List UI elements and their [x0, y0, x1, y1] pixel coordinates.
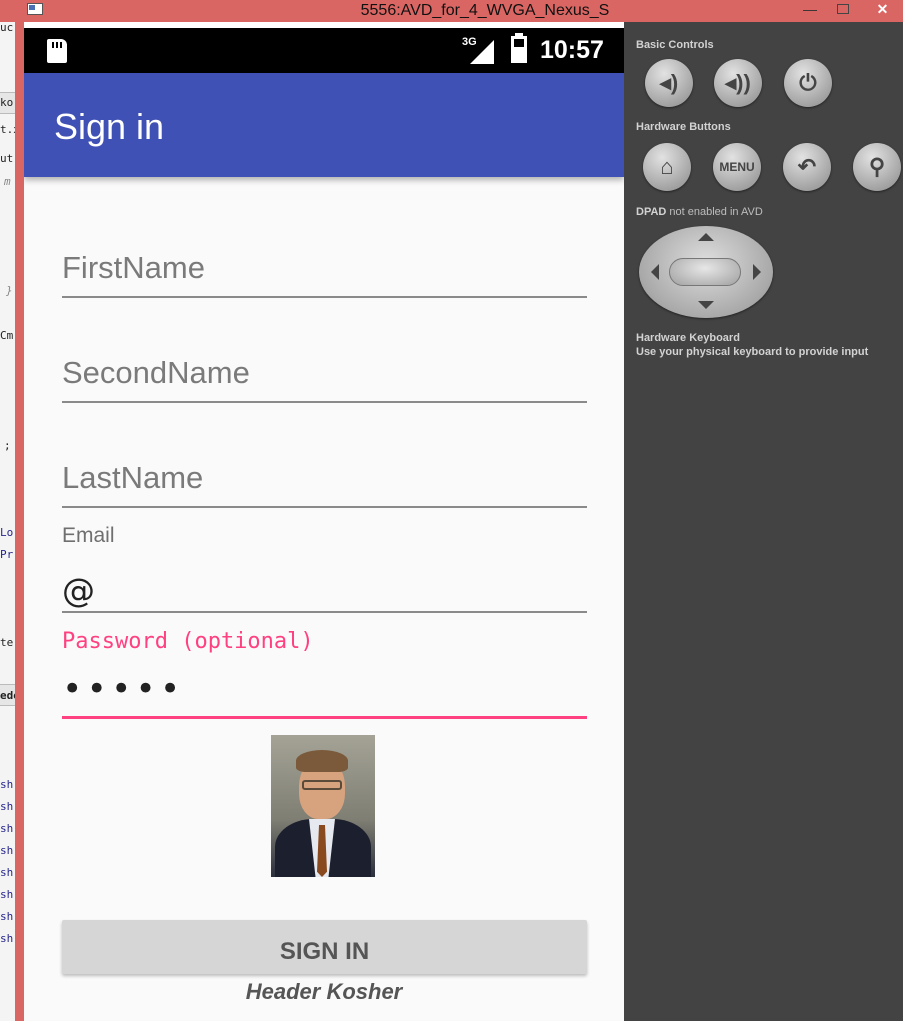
signal-icon: 3G — [462, 36, 496, 64]
window-border — [15, 22, 24, 1021]
password-field[interactable]: ••••• — [62, 669, 184, 709]
volume-up-icon: ◂)) — [725, 70, 751, 95]
status-bar: 3G 10:57 — [24, 28, 624, 73]
close-button[interactable]: ✕ — [862, 0, 903, 20]
ide-text-fragment: sh — [0, 778, 14, 791]
back-button[interactable]: ↶ — [783, 143, 831, 191]
ide-text-fragment: uc — [0, 22, 14, 34]
field-underline — [62, 506, 587, 508]
volume-down-button[interactable]: ◂) — [645, 59, 693, 107]
password-label: Password (optional) — [62, 629, 314, 654]
maximize-button[interactable] — [830, 0, 856, 20]
back-icon: ↶ — [797, 154, 817, 179]
dpad-left-icon[interactable] — [651, 264, 659, 280]
ide-text-fragment: ; — [4, 439, 11, 452]
ide-text-fragment: m — [4, 175, 11, 188]
dpad-title-label: DPAD — [636, 206, 667, 218]
password-focus-underline — [62, 716, 587, 719]
ide-text-fragment: } — [6, 284, 13, 297]
dpad-note: not enabled in AVD — [669, 206, 763, 218]
ide-text-fragment: Lo — [0, 526, 14, 539]
emulator-screen[interactable]: 3G 10:57 Sign in FirstName SecondName La… — [24, 28, 624, 1021]
field-underline — [62, 611, 587, 613]
dpad-down-icon[interactable] — [698, 301, 714, 309]
page-title: Sign in — [54, 106, 165, 147]
email-field[interactable]: @ — [62, 571, 95, 610]
sign-in-button-label: SIGN IN — [279, 938, 370, 965]
sign-in-button[interactable]: SIGN IN — [62, 920, 587, 974]
ide-text-fragment: sh — [0, 888, 14, 901]
dpad-right-icon[interactable] — [753, 264, 761, 280]
ide-text-fragment: ut — [0, 152, 14, 165]
email-label: Email — [62, 524, 115, 547]
maximize-icon — [837, 4, 849, 14]
footer-text: Header Kosher — [245, 979, 403, 1004]
power-icon: ⏻ — [799, 70, 817, 95]
ide-text-fragment: sh — [0, 910, 14, 923]
profile-photo — [271, 735, 375, 877]
ide-text-fragment: sh — [0, 932, 14, 945]
ide-text-fragment: sh — [0, 844, 14, 857]
dpad[interactable] — [639, 226, 773, 318]
last-name-hint: LastName — [62, 460, 204, 495]
ide-text-fragment: Cm — [0, 329, 14, 342]
ide-text-fragment: te — [0, 636, 14, 649]
second-name-hint: SecondName — [62, 355, 250, 390]
menu-button[interactable]: MENU — [713, 143, 761, 191]
home-button[interactable]: ⌂ — [643, 143, 691, 191]
power-button[interactable]: ⏻ — [784, 59, 832, 107]
window-app-icon[interactable] — [27, 3, 43, 15]
ide-text-fragment: ko — [0, 96, 14, 109]
home-icon: ⌂ — [660, 154, 674, 179]
search-icon: ⚲ — [868, 154, 886, 179]
hardware-buttons-title: Hardware Buttons — [636, 121, 731, 133]
volume-down-icon: ◂) — [659, 70, 679, 95]
ide-text-fragment: sh — [0, 866, 14, 879]
first-name-hint: FirstName — [62, 250, 205, 285]
window-titlebar: 5556:AVD_for_4_WVGA_Nexus_S — ✕ — [0, 0, 903, 22]
dpad-center-button[interactable] — [669, 258, 741, 286]
app-bar: Sign in — [24, 73, 624, 177]
ide-text-fragment: Pr — [0, 548, 14, 561]
field-underline — [62, 401, 587, 403]
sd-card-icon — [47, 39, 67, 63]
dpad-up-icon[interactable] — [698, 233, 714, 241]
ide-text-fragment: sh — [0, 800, 14, 813]
battery-icon — [511, 33, 527, 63]
field-underline — [62, 296, 587, 298]
dpad-title: DPAD not enabled in AVD — [636, 206, 763, 218]
hardware-keyboard-note: Use your physical keyboard to provide in… — [636, 346, 869, 358]
window-title: 5556:AVD_for_4_WVGA_Nexus_S — [360, 2, 610, 19]
hardware-keyboard-title: Hardware Keyboard — [636, 332, 740, 344]
minimize-button[interactable]: — — [797, 0, 823, 20]
menu-button-label: MENU — [719, 160, 755, 174]
network-type-label: 3G — [462, 36, 477, 48]
search-button[interactable]: ⚲ — [853, 143, 901, 191]
basic-controls-title: Basic Controls — [636, 39, 714, 51]
status-clock: 10:57 — [540, 36, 604, 64]
ide-text-fragment: sh — [0, 822, 14, 835]
volume-up-button[interactable]: ◂)) — [714, 59, 762, 107]
emulator-controls-panel: Basic Controls ◂) ◂)) ⏻ Hardware Buttons… — [624, 22, 903, 1021]
